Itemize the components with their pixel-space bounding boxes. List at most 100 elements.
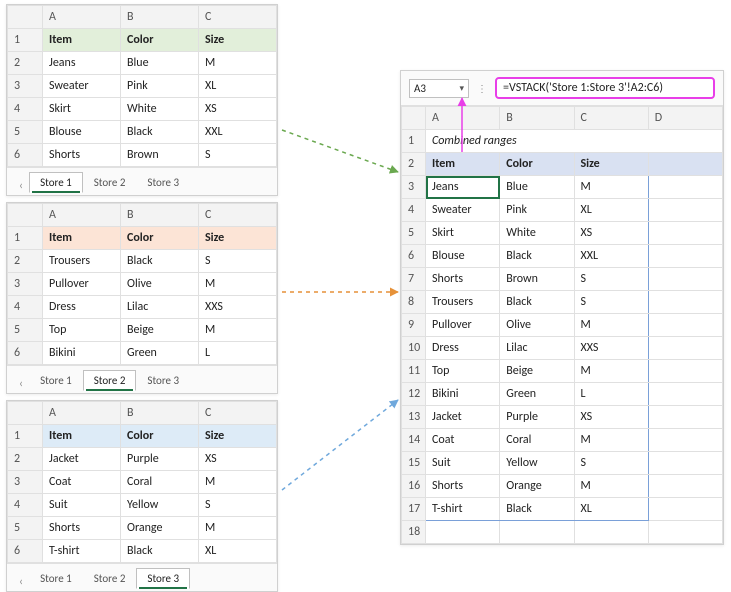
cell[interactable]: Pullover (426, 314, 500, 337)
cell[interactable]: S (199, 144, 277, 167)
cell[interactable] (648, 222, 722, 245)
row-header[interactable]: 6 (402, 245, 426, 268)
cell[interactable]: M (199, 471, 277, 494)
col-header-B[interactable]: B (121, 204, 199, 227)
cell[interactable]: Color (121, 227, 199, 250)
row-header[interactable]: 4 (8, 98, 43, 121)
cell[interactable]: Yellow (500, 452, 574, 475)
row-header[interactable]: 1 (402, 130, 426, 153)
row-header[interactable]: 5 (402, 222, 426, 245)
row-header[interactable]: 11 (402, 360, 426, 383)
grid-store-2[interactable]: A B C 1 Item Color Size 2TrousersBlackS … (7, 203, 277, 365)
cell[interactable] (648, 452, 722, 475)
cell[interactable]: Trousers (426, 291, 500, 314)
tab-store-3[interactable]: Store 3 (136, 172, 190, 193)
col-header-A[interactable]: A (43, 402, 121, 425)
tab-prev-icon[interactable]: ‹ (13, 575, 29, 589)
tab-store-1[interactable]: Store 1 (29, 568, 83, 589)
cell[interactable]: Top (426, 360, 500, 383)
col-header-B[interactable]: B (121, 6, 199, 29)
cell[interactable]: M (574, 314, 648, 337)
col-header-B[interactable]: B (121, 402, 199, 425)
cell[interactable]: XXS (199, 296, 277, 319)
cell[interactable] (648, 176, 722, 199)
cell[interactable]: Jacket (43, 448, 121, 471)
cell[interactable]: Blue (121, 52, 199, 75)
select-all-corner[interactable] (402, 107, 426, 130)
cell[interactable]: Blouse (43, 121, 121, 144)
tab-store-1[interactable]: Store 1 (29, 370, 83, 391)
row-header[interactable]: 12 (402, 383, 426, 406)
col-header-A[interactable]: A (43, 6, 121, 29)
select-all-corner[interactable] (8, 6, 43, 29)
cell[interactable] (648, 406, 722, 429)
cell[interactable]: Blue (500, 176, 574, 199)
cell[interactable]: Coral (121, 471, 199, 494)
cell[interactable]: Skirt (426, 222, 500, 245)
cell[interactable]: Black (121, 121, 199, 144)
cell[interactable]: Brown (121, 144, 199, 167)
cell[interactable] (426, 521, 500, 544)
cell[interactable]: Pullover (43, 273, 121, 296)
grid-store-1[interactable]: A B C 1 Item Color Size 2JeansBlueM 3Swe… (7, 5, 277, 167)
cell[interactable]: Item (43, 227, 121, 250)
col-header-A[interactable]: A (426, 107, 500, 130)
cell[interactable]: T-shirt (43, 540, 121, 563)
cell[interactable]: White (121, 98, 199, 121)
cell[interactable]: Size (199, 227, 277, 250)
cell[interactable]: Yellow (121, 494, 199, 517)
cell[interactable] (648, 475, 722, 498)
cell[interactable]: Shorts (426, 475, 500, 498)
cell[interactable]: Color (500, 153, 574, 176)
tab-prev-icon[interactable]: ‹ (13, 179, 29, 193)
row-header[interactable]: 5 (8, 121, 43, 144)
row-header[interactable]: 4 (8, 296, 43, 319)
cell[interactable]: Beige (500, 360, 574, 383)
cell[interactable]: L (574, 383, 648, 406)
cell[interactable] (648, 245, 722, 268)
row-header[interactable]: 6 (8, 144, 43, 167)
cell[interactable]: S (574, 452, 648, 475)
select-all-corner[interactable] (8, 204, 43, 227)
cell[interactable]: Purple (121, 448, 199, 471)
cell[interactable]: Top (43, 319, 121, 342)
cell[interactable]: Black (500, 291, 574, 314)
cell[interactable]: Pink (121, 75, 199, 98)
cell[interactable]: Trousers (43, 250, 121, 273)
cell[interactable]: Shorts (43, 517, 121, 540)
cell[interactable]: White (500, 222, 574, 245)
cell[interactable]: XXL (574, 245, 648, 268)
cell[interactable]: M (199, 273, 277, 296)
tab-store-1[interactable]: Store 1 (29, 172, 83, 193)
formula-input[interactable]: =VSTACK('Store 1:Store 3'!A2:C6) (495, 77, 715, 99)
row-header[interactable]: 2 (402, 153, 426, 176)
col-header-C[interactable]: C (199, 6, 277, 29)
col-header-C[interactable]: C (574, 107, 648, 130)
cell[interactable]: M (199, 319, 277, 342)
cell[interactable]: XL (199, 75, 277, 98)
cell[interactable]: Size (574, 153, 648, 176)
cell[interactable] (648, 521, 722, 544)
cell[interactable]: Dress (43, 296, 121, 319)
cell[interactable]: XL (574, 199, 648, 222)
cell[interactable] (648, 429, 722, 452)
cell[interactable]: Sweater (43, 75, 121, 98)
row-header[interactable]: 4 (402, 199, 426, 222)
combined-title[interactable]: Combined ranges (426, 130, 723, 153)
cell[interactable]: XS (199, 98, 277, 121)
cell[interactable]: S (574, 268, 648, 291)
cell[interactable]: T-shirt (426, 498, 500, 521)
cell[interactable] (500, 521, 574, 544)
cell[interactable]: Suit (43, 494, 121, 517)
row-header[interactable]: 3 (8, 273, 43, 296)
cell[interactable] (648, 360, 722, 383)
cell[interactable]: S (199, 250, 277, 273)
cell[interactable]: Dress (426, 337, 500, 360)
cell[interactable]: XL (574, 498, 648, 521)
cell[interactable]: XS (199, 448, 277, 471)
row-header[interactable]: 3 (8, 75, 43, 98)
cell[interactable]: Coat (43, 471, 121, 494)
cell[interactable]: Orange (500, 475, 574, 498)
row-header[interactable]: 3 (8, 471, 43, 494)
row-header[interactable]: 15 (402, 452, 426, 475)
